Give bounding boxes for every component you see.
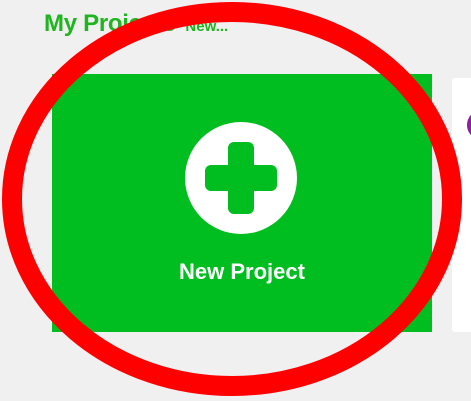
plus-circle-icon [185,122,297,234]
new-project-card[interactable]: New Project [52,74,432,332]
project-card[interactable] [452,78,471,332]
project-avatar [467,112,471,138]
new-project-link[interactable]: New... [185,18,228,35]
page-title: My Projects [44,10,176,37]
new-project-label: New Project [179,259,305,284]
projects-header: My Projects New... [44,10,228,44]
projects-page: My Projects New... New Project [0,0,471,401]
plus-icon-horizontal-bar [205,165,277,191]
